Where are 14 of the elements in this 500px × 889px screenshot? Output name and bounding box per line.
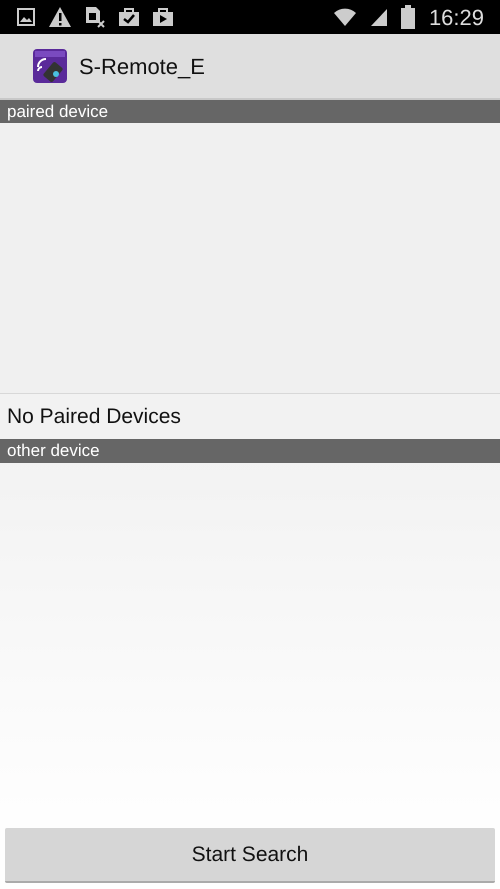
warning-icon: [48, 6, 72, 28]
clock: 16:29: [428, 4, 484, 32]
wifi-icon: [332, 6, 357, 28]
image-icon: [16, 7, 36, 27]
signal-icon: [368, 7, 389, 27]
app-title: S-Remote_E: [79, 52, 205, 80]
section-header: paired device: [0, 100, 500, 123]
start-search-button[interactable]: Start Search: [5, 828, 495, 883]
sim-card-icon: [84, 6, 106, 28]
shopping-bag-icon: [118, 6, 140, 28]
section-header: other device: [0, 439, 500, 463]
battery-icon: [400, 5, 415, 29]
app-logo-icon: [33, 49, 67, 83]
empty-message: No Paired Devices: [7, 404, 181, 430]
